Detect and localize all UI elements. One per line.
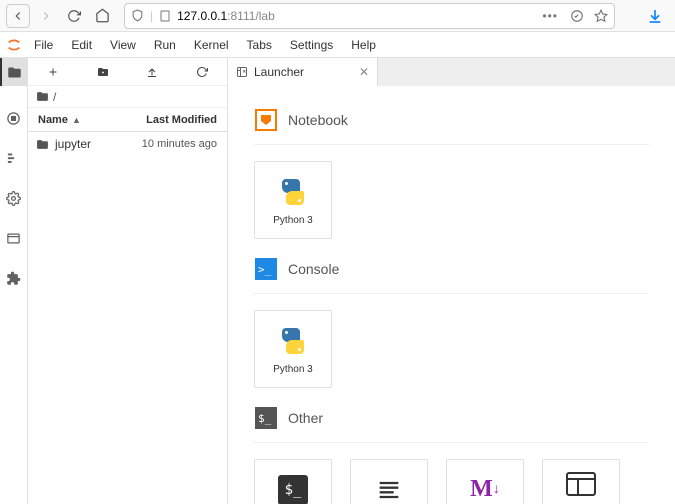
column-modified[interactable]: Last Modified — [141, 114, 227, 126]
menu-file[interactable]: File — [26, 35, 61, 55]
textfile-icon — [372, 473, 406, 504]
back-button[interactable] — [6, 4, 30, 28]
menu-bar: File Edit View Run Kernel Tabs Settings … — [0, 32, 675, 58]
markdown-icon: M↓ — [468, 473, 502, 504]
menu-help[interactable]: Help — [343, 35, 384, 55]
menu-kernel[interactable]: Kernel — [186, 35, 237, 55]
card-label: Python 3 — [271, 364, 314, 375]
python-icon — [276, 175, 310, 209]
section-console: >_ Console Python 3 — [254, 257, 649, 388]
divider — [254, 144, 649, 145]
menu-tabs[interactable]: Tabs — [239, 35, 280, 55]
jupyter-logo-icon[interactable] — [4, 37, 24, 53]
url-bar[interactable]: | 127.0.0.1:8111/lab ••• — [124, 3, 615, 29]
tab-launcher[interactable]: Launcher ✕ — [228, 58, 378, 86]
other-section-icon: $_ — [254, 406, 278, 430]
launcher-card-notebook-python3[interactable]: Python 3 — [254, 161, 332, 239]
url-text: 127.0.0.1:8111/lab — [177, 9, 536, 23]
file-browser-panel: / Name▲ Last Modified jupyter 10 minutes… — [28, 58, 228, 504]
tab-title: Launcher — [254, 65, 304, 79]
menu-edit[interactable]: Edit — [63, 35, 100, 55]
filebrowser-header: Name▲ Last Modified — [28, 108, 227, 132]
menu-view[interactable]: View — [102, 35, 144, 55]
contextual-help-icon — [564, 467, 598, 501]
tab-strip: Launcher ✕ — [228, 58, 675, 86]
launcher-card-textfile[interactable]: Text File — [350, 459, 428, 504]
file-modified: 10 minutes ago — [142, 138, 219, 150]
launcher-tab-icon — [236, 66, 248, 78]
launcher-card-console-python3[interactable]: Python 3 — [254, 310, 332, 388]
launcher-card-contextual-help[interactable]: Show Contextual Help — [542, 459, 620, 504]
launcher-card-markdown[interactable]: M↓ Markdown File — [446, 459, 524, 504]
file-row[interactable]: jupyter 10 minutes ago — [28, 132, 227, 156]
home-button[interactable] — [90, 4, 114, 28]
filebrowser-toolbar — [28, 58, 227, 86]
launcher-card-terminal[interactable]: $_ Terminal — [254, 459, 332, 504]
menu-settings[interactable]: Settings — [282, 35, 341, 55]
new-launcher-button[interactable] — [41, 62, 65, 82]
reader-icon[interactable] — [570, 9, 584, 23]
activity-filebrowser[interactable] — [0, 58, 28, 86]
activity-property-inspector[interactable] — [6, 190, 22, 206]
shield-icon — [131, 9, 144, 22]
breadcrumb-root: / — [53, 90, 56, 104]
activity-bar — [0, 58, 28, 504]
breadcrumb[interactable]: / — [28, 86, 227, 108]
card-label: Python 3 — [271, 215, 314, 226]
activity-extensions[interactable] — [6, 270, 22, 286]
download-icon[interactable] — [647, 8, 663, 24]
refresh-button[interactable] — [190, 62, 214, 82]
menu-run[interactable]: Run — [146, 35, 184, 55]
tab-close-icon[interactable]: ✕ — [359, 65, 369, 79]
activity-commands[interactable] — [6, 150, 22, 166]
sort-asc-icon: ▲ — [72, 115, 81, 125]
launcher-area: Launcher ✕ Notebook Python 3 — [228, 58, 675, 504]
divider — [254, 293, 649, 294]
browser-toolbar: | 127.0.0.1:8111/lab ••• — [0, 0, 675, 32]
file-name: jupyter — [55, 137, 91, 151]
upload-button[interactable] — [140, 62, 164, 82]
page-actions-icon[interactable]: ••• — [542, 9, 558, 23]
new-folder-button[interactable] — [91, 62, 115, 82]
bookmark-star-icon[interactable] — [594, 9, 608, 23]
page-icon — [159, 10, 171, 22]
folder-icon — [36, 138, 49, 151]
section-other: $_ Other $_ Terminal Text File — [254, 406, 649, 504]
activity-running[interactable] — [6, 110, 22, 126]
section-title: Console — [288, 261, 339, 277]
terminal-icon: $_ — [276, 473, 310, 504]
python-icon — [276, 324, 310, 358]
column-name[interactable]: Name▲ — [28, 114, 141, 126]
notebook-section-icon — [254, 108, 278, 132]
forward-button[interactable] — [34, 4, 58, 28]
section-title: Notebook — [288, 112, 348, 128]
section-notebook: Notebook Python 3 — [254, 108, 649, 239]
reload-button[interactable] — [62, 4, 86, 28]
section-title: Other — [288, 410, 323, 426]
console-section-icon: >_ — [254, 257, 278, 281]
folder-icon — [36, 90, 49, 103]
divider — [254, 442, 649, 443]
activity-tabs[interactable] — [6, 230, 22, 246]
